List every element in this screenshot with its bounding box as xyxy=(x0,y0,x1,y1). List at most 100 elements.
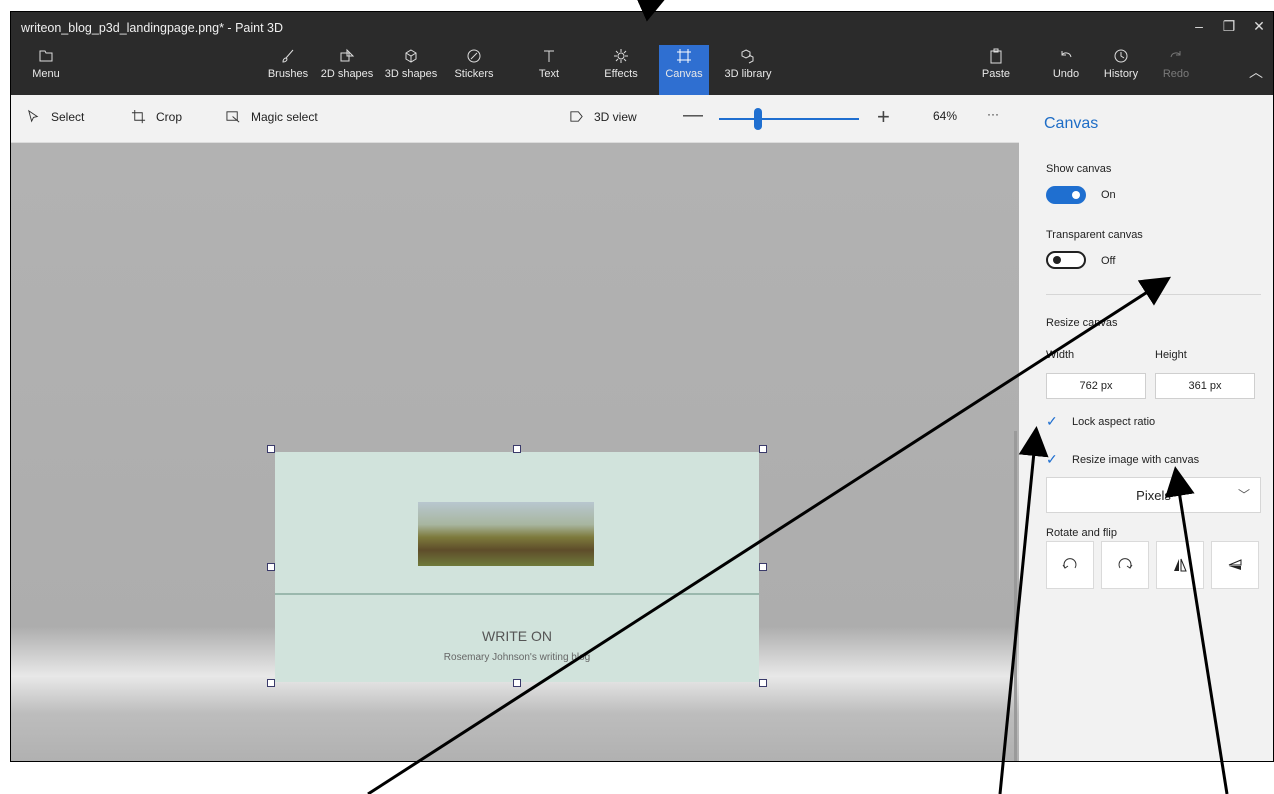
undo-label: Undo xyxy=(1052,68,1080,80)
tool-3d-shapes[interactable]: 3D shapes xyxy=(381,48,441,92)
tool-effects[interactable]: Effects xyxy=(596,48,646,92)
resize-image-checkbox[interactable]: ✓ Resize image with canvas xyxy=(1046,451,1199,468)
3d-view-toggle[interactable]: 3D view xyxy=(569,109,637,124)
tool-text[interactable]: Text xyxy=(529,48,569,92)
resize-handle[interactable] xyxy=(513,679,521,687)
tool-label: 3D library xyxy=(724,68,772,80)
chevron-up-icon: ︿ xyxy=(1249,64,1263,80)
divider-line xyxy=(275,593,759,595)
zoom-out-button[interactable]: — xyxy=(683,104,703,127)
magic-select-label: Magic select xyxy=(251,109,318,124)
resize-handle[interactable] xyxy=(267,679,275,687)
close-icon: ✕ xyxy=(1253,17,1265,34)
pointer-icon xyxy=(28,109,39,123)
zoom-slider[interactable] xyxy=(719,108,859,130)
show-canvas-state: On xyxy=(1101,189,1116,201)
resize-handle[interactable] xyxy=(759,679,767,687)
restore-button[interactable]: ❐ xyxy=(1216,16,1242,36)
folder-icon xyxy=(39,50,53,62)
2d-shapes-icon xyxy=(340,48,355,62)
transparent-canvas-toggle[interactable] xyxy=(1046,251,1086,269)
flip-vertical-icon xyxy=(1228,559,1242,570)
select-label: Select xyxy=(51,109,85,124)
arrow-toward-title xyxy=(636,0,665,22)
zoom-in-button[interactable]: + xyxy=(877,104,890,130)
tool-canvas[interactable]: Canvas xyxy=(659,45,709,95)
tool-label: 2D shapes xyxy=(320,68,374,80)
paste-button[interactable]: Paste xyxy=(976,48,1016,92)
history-label: History xyxy=(1103,68,1139,80)
minimize-icon: – xyxy=(1195,18,1203,34)
show-canvas-label: Show canvas xyxy=(1046,163,1112,175)
resize-handle[interactable] xyxy=(267,445,275,453)
flip-horizontal-button[interactable] xyxy=(1156,541,1204,589)
rotate-flip-label: Rotate and flip xyxy=(1046,527,1117,539)
rotate-left-button[interactable] xyxy=(1046,541,1094,589)
units-dropdown[interactable]: Pixels ﹀ xyxy=(1046,477,1261,513)
tool-label: 3D shapes xyxy=(384,68,438,80)
resize-handle[interactable] xyxy=(513,445,521,453)
redo-button[interactable]: Redo xyxy=(1156,48,1196,92)
tool-brushes[interactable]: Brushes xyxy=(263,48,313,92)
flip-vertical-button[interactable] xyxy=(1211,541,1259,589)
width-label: Width xyxy=(1046,349,1075,361)
panel-title: Canvas xyxy=(1044,115,1099,132)
vertical-scrollbar[interactable] xyxy=(1014,431,1017,761)
redo-label: Redo xyxy=(1162,68,1190,80)
resize-handle[interactable] xyxy=(759,563,767,571)
canvas-workspace[interactable]: WRITE ON Rosemary Johnson's writing blog xyxy=(11,143,1019,761)
document-canvas[interactable]: WRITE ON Rosemary Johnson's writing blog xyxy=(275,452,759,682)
select-tool[interactable]: Select xyxy=(26,109,84,124)
more-options-button[interactable]: ··· xyxy=(987,107,999,121)
zoom-slider-thumb[interactable] xyxy=(754,108,763,130)
undo-button[interactable]: Undo xyxy=(1046,48,1086,92)
document-subtitle: Rosemary Johnson's writing blog xyxy=(443,652,591,663)
tool-3d-library[interactable]: 3D library xyxy=(715,48,781,92)
redo-icon xyxy=(1170,51,1181,58)
zoom-level: 64% xyxy=(933,109,958,123)
resize-image-label: Resize image with canvas xyxy=(1072,453,1200,466)
chevron-down-icon: ﹀ xyxy=(1237,488,1250,502)
landscape-photo xyxy=(418,502,594,566)
resize-handle[interactable] xyxy=(759,445,767,453)
lock-aspect-label: Lock aspect ratio xyxy=(1072,415,1156,428)
crop-tool[interactable]: Crop xyxy=(131,109,182,124)
close-button[interactable]: ✕ xyxy=(1246,16,1272,36)
sticker-icon xyxy=(467,49,481,63)
magic-select-tool[interactable]: Magic select xyxy=(226,109,318,124)
tool-2d-shapes[interactable]: 2D shapes xyxy=(317,48,377,92)
minus-icon: — xyxy=(683,104,703,126)
crop-icon xyxy=(131,109,146,124)
width-input[interactable]: 762 px xyxy=(1046,373,1146,399)
window-title: writeon_blog_p3d_landingpage.png* - Pain… xyxy=(21,21,284,35)
lock-aspect-checkbox[interactable]: ✓ Lock aspect ratio xyxy=(1046,413,1155,430)
collapse-ribbon-button[interactable]: ︿ xyxy=(1243,62,1269,82)
rotate-left-icon xyxy=(1062,558,1077,569)
canvas-icon xyxy=(677,49,691,63)
resize-handle[interactable] xyxy=(267,563,275,571)
sub-toolbar: Select Crop Magic select 3D view — + 64%… xyxy=(11,95,1019,143)
undo-icon xyxy=(1061,51,1072,58)
show-canvas-toggle[interactable] xyxy=(1046,186,1086,204)
checkmark-icon: ✓ xyxy=(1046,451,1058,467)
menu-button[interactable]: Menu xyxy=(26,48,66,92)
cube-icon xyxy=(405,49,417,63)
3d-view-label: 3D view xyxy=(594,109,637,124)
history-button[interactable]: History xyxy=(1096,48,1146,92)
tool-label: Effects xyxy=(604,68,638,80)
rotate-right-button[interactable] xyxy=(1101,541,1149,589)
resize-canvas-label: Resize canvas xyxy=(1046,317,1118,329)
transparent-canvas-state: Off xyxy=(1101,255,1116,267)
effects-icon xyxy=(614,49,628,63)
tool-label: Brushes xyxy=(267,68,309,80)
rotate-right-icon xyxy=(1118,558,1133,569)
flip-horizontal-icon xyxy=(1174,558,1187,572)
history-icon xyxy=(1114,49,1128,63)
magic-select-icon xyxy=(226,111,240,123)
text-icon xyxy=(544,50,554,62)
height-input[interactable]: 361 px xyxy=(1155,373,1255,399)
divider xyxy=(1046,294,1261,295)
tool-stickers[interactable]: Stickers xyxy=(447,48,501,92)
minimize-button[interactable]: – xyxy=(1186,16,1212,36)
menu-label: Menu xyxy=(32,68,60,80)
